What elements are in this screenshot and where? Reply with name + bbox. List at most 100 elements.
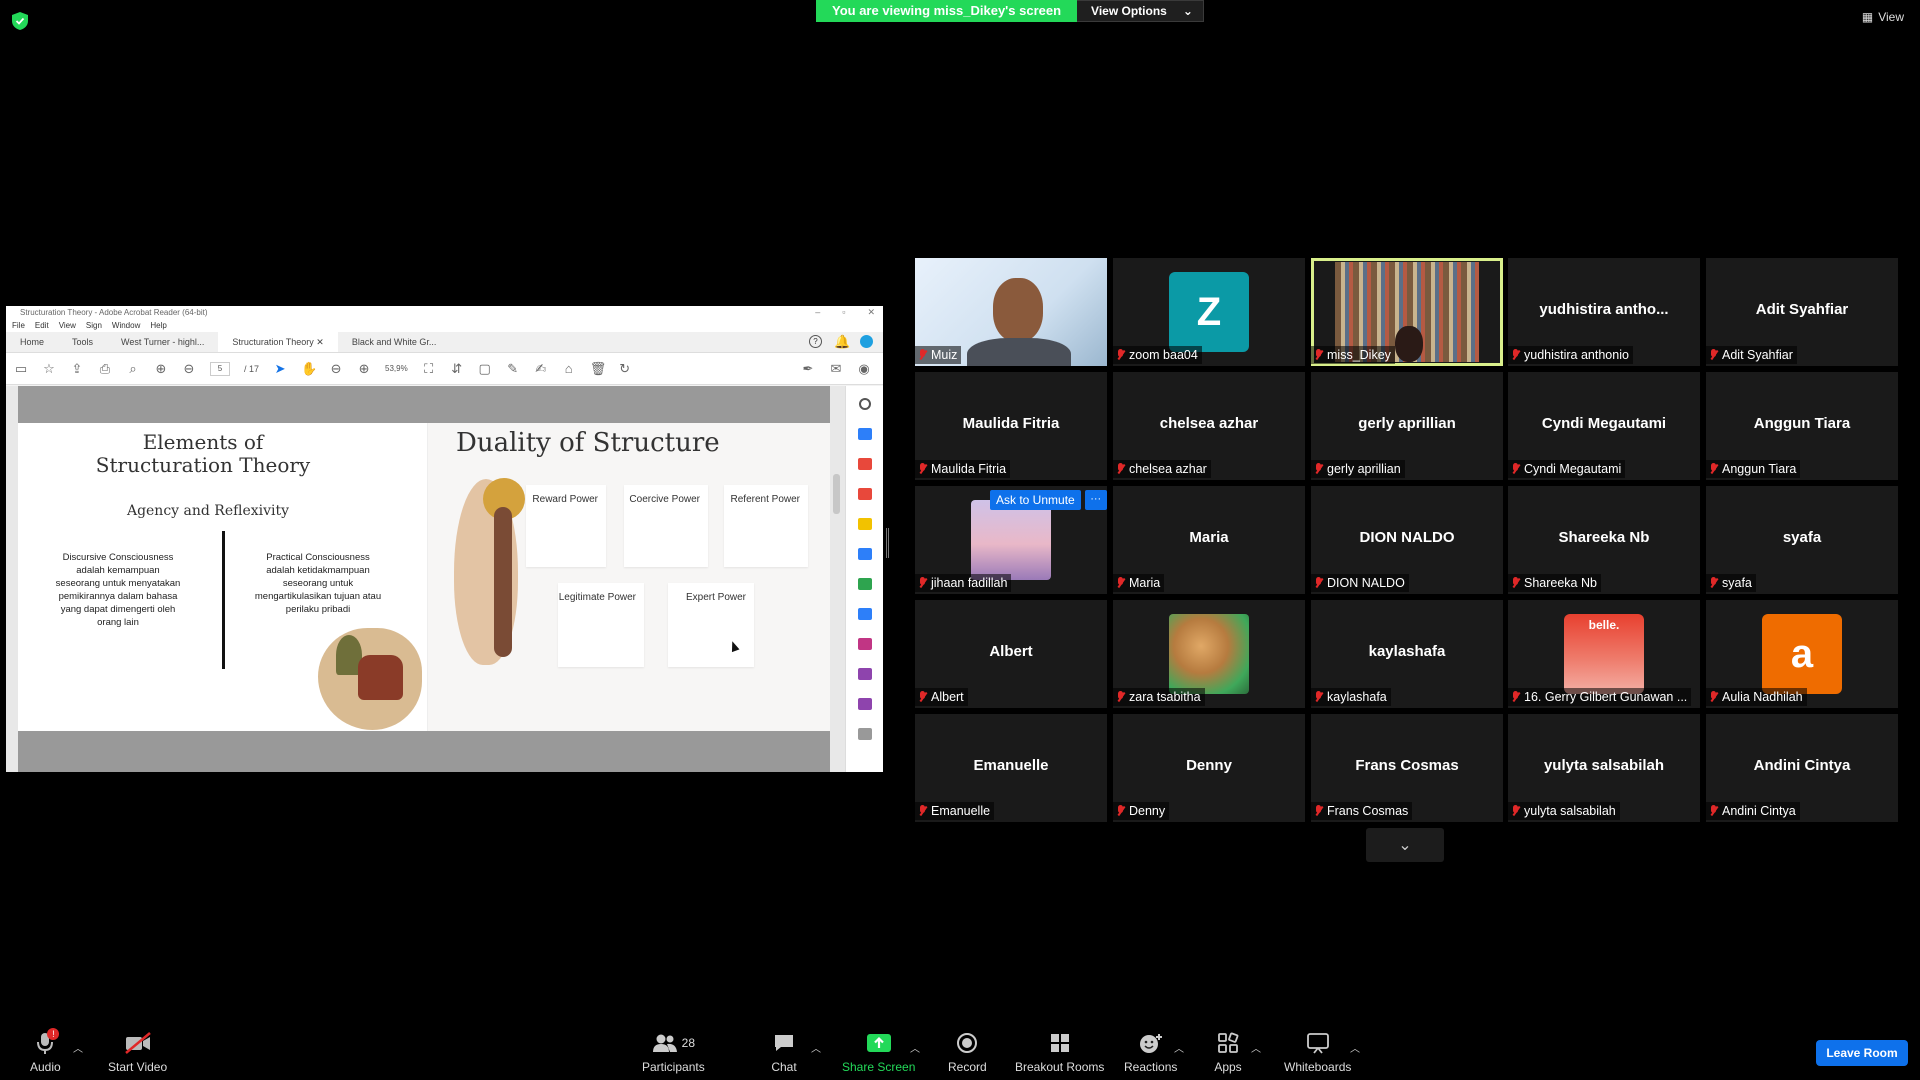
start-video-label: Start Video xyxy=(108,1060,168,1074)
participant-tile-syafa[interactable]: syafa syafa xyxy=(1706,486,1898,594)
view-button[interactable]: ▦ View xyxy=(1862,10,1904,24)
scroll-mode-icon: ⇵ xyxy=(451,360,463,376)
breakout-rooms-label: Breakout Rooms xyxy=(1015,1060,1105,1074)
participant-tile-kaylashafa[interactable]: kaylashafa kaylashafa xyxy=(1311,600,1503,708)
muted-mic-icon xyxy=(919,691,927,703)
draw-icon: ✍ xyxy=(535,360,547,376)
menu-sign: Sign xyxy=(85,321,102,330)
tab-west-turner: West Turner - highl... xyxy=(121,337,205,347)
participant-name-label: DION NALDO xyxy=(1311,574,1409,592)
participant-name-label: Anggun Tiara xyxy=(1706,460,1801,478)
participant-tile-albert[interactable]: Albert Albert xyxy=(915,600,1107,708)
muted-mic-icon xyxy=(919,463,927,475)
participant-name: Maulida Fitria xyxy=(931,462,1007,476)
participant-tile-maria[interactable]: Maria Maria xyxy=(1113,486,1305,594)
close-icon: ✕ xyxy=(867,307,875,317)
participant-name-label: Albert xyxy=(915,688,968,706)
participant-tile-denny[interactable]: Denny Denny xyxy=(1113,714,1305,822)
chat-options-caret[interactable]: ︿ xyxy=(811,1040,821,1055)
participant-tile-chelsea-azhar[interactable]: chelsea azhar chelsea azhar xyxy=(1113,372,1305,480)
participant-tile-adit-syahfiar[interactable]: Adit Syahfiar Adit Syahfiar xyxy=(1706,258,1898,366)
view-options-button[interactable]: View Options ⌄ xyxy=(1077,0,1204,22)
breakout-rooms-button[interactable]: Breakout Rooms xyxy=(1015,1030,1104,1074)
participant-tile-gerly-aprillian[interactable]: gerly aprillian gerly aprillian xyxy=(1311,372,1503,480)
grid-view-icon: ▦ xyxy=(1861,10,1874,24)
combine-icon xyxy=(857,548,872,560)
participant-tile-zoom-baa04[interactable]: Zzoom baa04 xyxy=(1113,258,1305,366)
participant-name: kaylashafa xyxy=(1327,690,1387,704)
avatar-letter: Z xyxy=(1196,289,1222,334)
document-scrollbar xyxy=(832,392,841,772)
muted-mic-icon xyxy=(1710,691,1718,703)
record-button[interactable]: Record xyxy=(948,1030,987,1074)
more-options-button[interactable]: ··· xyxy=(1084,490,1107,510)
muted-mic-icon xyxy=(919,577,927,589)
share-screen-button[interactable]: Share Screen xyxy=(842,1030,915,1074)
security-shield-icon[interactable] xyxy=(12,12,28,30)
participant-tile-dion-naldo[interactable]: DION NALDO DION NALDO xyxy=(1311,486,1503,594)
participant-shirt xyxy=(967,338,1071,366)
participant-name-label: miss_Dikey xyxy=(1311,346,1395,364)
participant-tile-maulida-fitria[interactable]: Maulida Fitria Maulida Fitria xyxy=(915,372,1107,480)
participant-tile-zara-tsabitha[interactable]: zara tsabitha xyxy=(1113,600,1305,708)
maximize-icon: ▫ xyxy=(842,307,846,317)
participant-tile-andini-cintya[interactable]: Andini Cintya Andini Cintya xyxy=(1706,714,1898,822)
participant-tile-yulyta-salsabilah[interactable]: yulyta salsabilah yulyta salsabilah xyxy=(1508,714,1700,822)
ask-to-unmute-button[interactable]: Ask to Unmute xyxy=(990,490,1081,510)
select-cursor-icon: ➤ xyxy=(274,360,286,376)
menu-file: File xyxy=(12,321,25,330)
export-pdf-icon xyxy=(857,428,872,440)
acrobat-tabs: Home Tools West Turner - highl... Struct… xyxy=(6,332,883,353)
page-down-icon: ⊖ xyxy=(183,360,195,376)
participant-name: Anggun Tiara xyxy=(1722,462,1797,476)
apps-icon xyxy=(1213,1030,1243,1056)
chevron-down-icon: ⌄ xyxy=(1182,4,1193,18)
practical-consciousness-text: Practical Consciousness adalah ketidakma… xyxy=(254,552,382,615)
participant-name-label: Cyndi Megautami xyxy=(1508,460,1626,478)
participant-name-label: Emanuelle xyxy=(915,802,995,820)
viewing-label: You are viewing miss_Dikey's screen xyxy=(816,0,1078,22)
reactions-options-caret[interactable]: ︿ xyxy=(1174,1040,1184,1055)
muted-mic-icon xyxy=(1710,805,1718,817)
start-video-button[interactable]: Start Video xyxy=(108,1030,167,1074)
whiteboards-options-caret[interactable]: ︿ xyxy=(1350,1040,1360,1055)
participant-tile-16-gerry-gilbert-gunawan[interactable]: belle. 16. Gerry Gilbert Gunawan ... xyxy=(1508,600,1700,708)
protect-icon xyxy=(857,668,872,680)
participant-name-label: Denny xyxy=(1113,802,1170,820)
participant-tile-yudhistira-anthonio[interactable]: yudhistira antho... yudhistira anthonio xyxy=(1508,258,1700,366)
muted-mic-icon xyxy=(1315,463,1323,475)
share-options-caret[interactable]: ︿ xyxy=(910,1040,920,1055)
apps-button[interactable]: Apps xyxy=(1213,1030,1243,1074)
zoom-in-icon: ⊕ xyxy=(358,360,370,376)
participant-tile-muiz[interactable]: Muiz xyxy=(915,258,1107,366)
help-icon: ? xyxy=(809,335,822,348)
participants-button[interactable]: 28 Participants xyxy=(642,1030,705,1074)
reward-power-card: Reward Power xyxy=(526,485,606,567)
fit-page-icon: ⛶ xyxy=(424,360,434,376)
reactions-icon xyxy=(1136,1030,1166,1056)
participant-tile-miss-dikey[interactable]: miss_Dikey xyxy=(1311,258,1503,366)
audio-button[interactable]: ! Audio xyxy=(30,1028,61,1074)
participant-tile-shareeka-nb[interactable]: Shareeka Nb Shareeka Nb xyxy=(1508,486,1700,594)
chat-button[interactable]: Chat xyxy=(769,1030,799,1074)
participant-tile-cyndi-megautami[interactable]: Cyndi Megautami Cyndi Megautami xyxy=(1508,372,1700,480)
gallery-next-page-button[interactable]: ⌄ xyxy=(1366,828,1444,862)
participant-name: Adit Syahfiar xyxy=(1722,348,1793,362)
participant-tile-aulia-nadhilah[interactable]: a Aulia Nadhilah xyxy=(1706,600,1898,708)
account-icon xyxy=(860,335,873,348)
leave-room-button[interactable]: Leave Room xyxy=(1816,1040,1908,1066)
participant-tile-anggun-tiara[interactable]: Anggun Tiara Anggun Tiara xyxy=(1706,372,1898,480)
participant-name-label: syafa xyxy=(1706,574,1756,592)
participant-tile-frans-cosmas[interactable]: Frans Cosmas Frans Cosmas xyxy=(1311,714,1503,822)
apps-options-caret[interactable]: ︿ xyxy=(1251,1040,1261,1055)
slide-right-panel: Duality of Structure Reward Power Coerci… xyxy=(428,423,830,731)
split-view-divider-handle[interactable] xyxy=(886,528,890,558)
legitimate-power-card: Legitimate Power xyxy=(558,583,644,667)
whiteboards-button[interactable]: Whiteboards xyxy=(1284,1030,1351,1074)
tab-structuration-theory: Structuration Theory ✕ xyxy=(218,332,338,352)
muted-mic-icon xyxy=(1117,349,1125,361)
audio-options-caret[interactable]: ︿ xyxy=(73,1040,83,1055)
participant-tile-emanuelle[interactable]: Emanuelle Emanuelle xyxy=(915,714,1107,822)
compress-icon xyxy=(857,608,872,620)
reactions-button[interactable]: Reactions xyxy=(1124,1030,1177,1074)
